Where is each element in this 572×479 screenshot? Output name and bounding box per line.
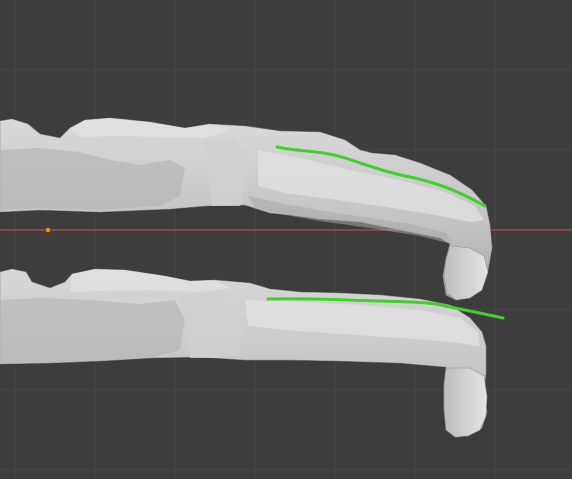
viewport-canvas[interactable]: [0, 0, 572, 479]
object-origin-dot[interactable]: [44, 226, 52, 234]
lower-denture-mesh[interactable]: [0, 268, 488, 438]
3d-viewport[interactable]: [0, 0, 572, 479]
upper-denture-mesh[interactable]: [0, 117, 493, 301]
